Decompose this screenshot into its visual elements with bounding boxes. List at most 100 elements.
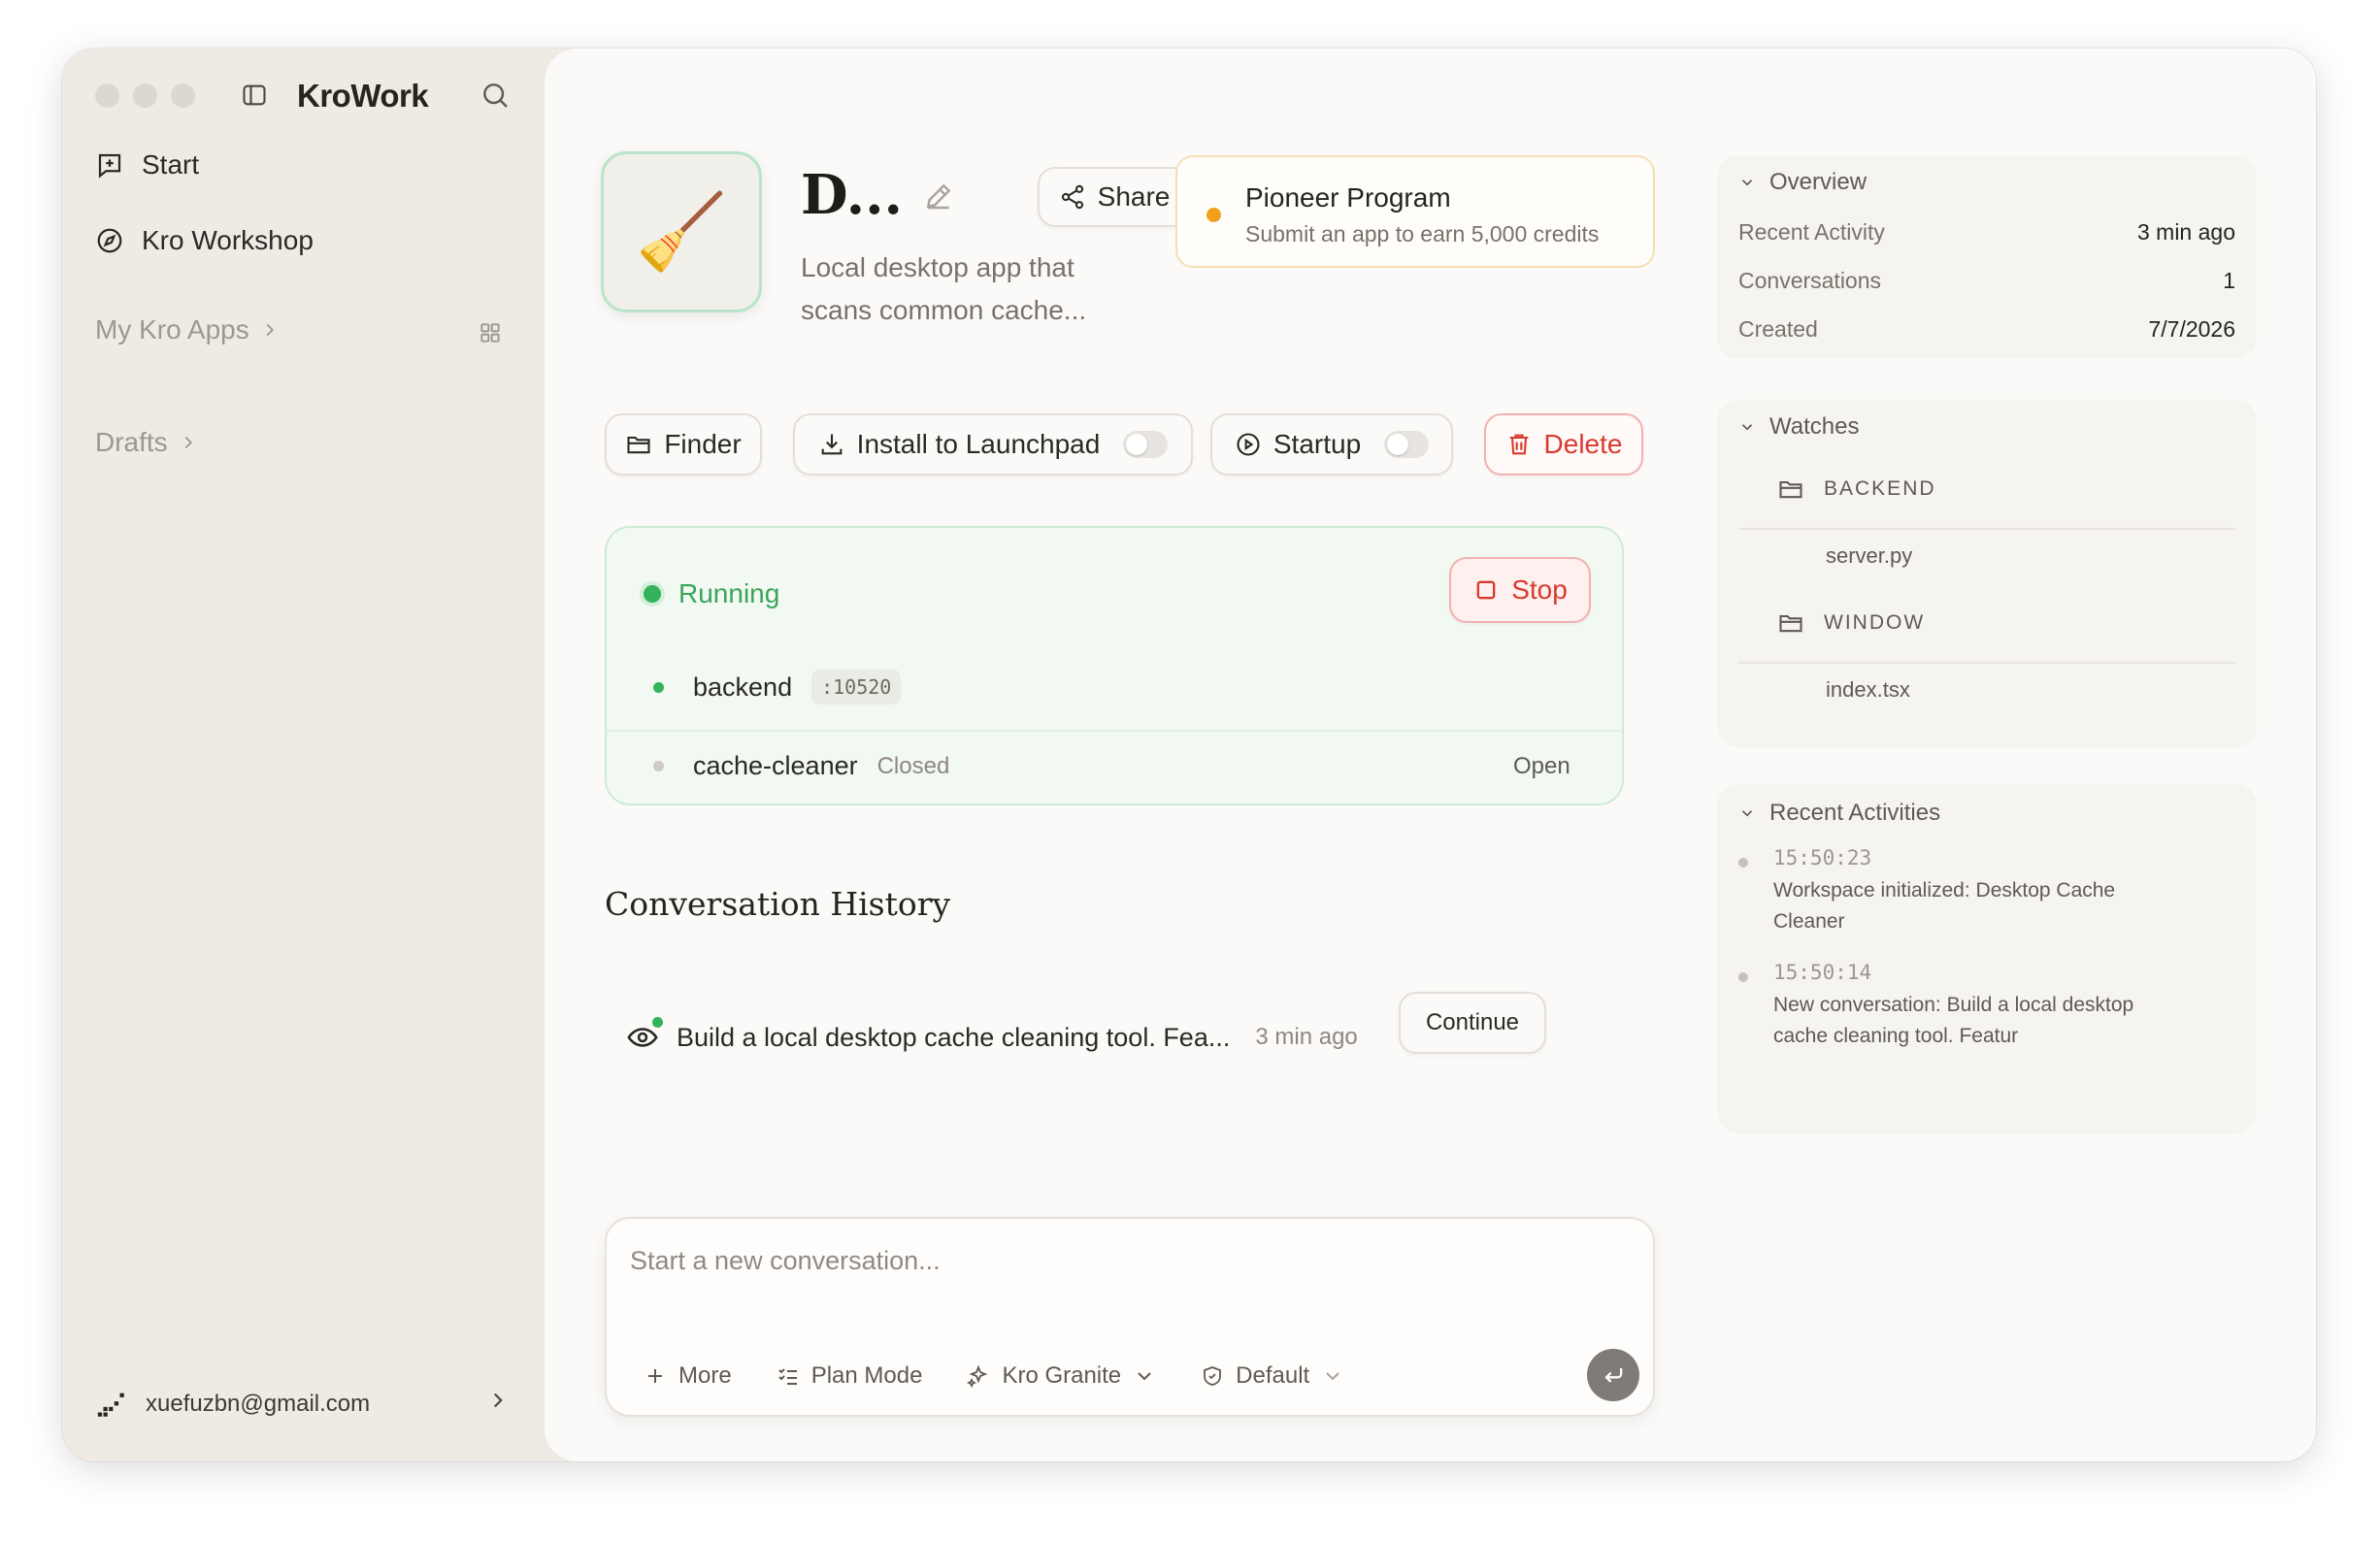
overview-value: 3 min ago <box>2136 219 2235 245</box>
overview-key: Recent Activity <box>1738 219 1885 245</box>
my-kro-apps-label: My Kro Apps <box>95 314 249 344</box>
model-selector[interactable]: Kro Granite <box>967 1362 1156 1390</box>
send-button[interactable] <box>1587 1349 1639 1401</box>
open-service-link[interactable]: Open <box>1513 753 1570 780</box>
share-label: Share <box>1097 181 1171 212</box>
activity-item: 15:50:23 Workspace initialized: Desktop … <box>1773 846 2181 937</box>
startup-button[interactable]: Startup <box>1210 413 1453 475</box>
zoom-window-button[interactable] <box>171 83 195 108</box>
startup-toggle[interactable] <box>1384 431 1430 458</box>
more-button[interactable]: More <box>644 1362 732 1390</box>
chevron-down-icon <box>1326 1372 1339 1381</box>
permission-selector[interactable]: Default <box>1201 1362 1344 1390</box>
conversation-title: Build a local desktop cache cleaning too… <box>677 1022 1231 1052</box>
chevron-down-icon <box>1741 424 1753 431</box>
new-conversation-composer[interactable]: Start a new conversation... More Plan Mo… <box>605 1217 1655 1417</box>
overview-header[interactable]: Overview <box>1738 169 1867 196</box>
service-state: Closed <box>876 752 950 779</box>
model-label: Kro Granite <box>1002 1362 1122 1389</box>
activity-time: 15:50:14 <box>1773 961 1872 984</box>
running-status: Running <box>644 578 779 609</box>
grid-view-icon[interactable] <box>478 320 503 345</box>
user-account[interactable]: xuefuzbn@gmail.com <box>95 1388 370 1421</box>
overview-title: Overview <box>1769 169 1868 195</box>
plus-icon <box>648 1369 662 1383</box>
status-dot <box>1207 208 1221 222</box>
pioneer-program-banner[interactable]: Pioneer Program Submit an app to earn 5,… <box>1175 155 1655 268</box>
share-button[interactable]: Share <box>1038 167 1191 227</box>
brand-title: KroWork <box>297 78 429 114</box>
conversation-item[interactable]: Build a local desktop cache cleaning too… <box>626 1017 1358 1054</box>
service-row-cache-cleaner: cache-cleaner Closed <box>653 751 949 781</box>
stop-button[interactable]: Stop <box>1449 557 1591 623</box>
watches-card: Watches BACKEND server.py WINDOW index.t… <box>1717 400 2257 747</box>
compass-icon <box>97 228 122 253</box>
live-indicator-dot <box>652 1017 663 1028</box>
watch-file[interactable]: server.py <box>1826 543 1912 569</box>
my-kro-apps-group[interactable]: My Kro Apps <box>95 314 281 345</box>
sparkles-icon <box>967 1364 988 1388</box>
drafts-label: Drafts <box>95 427 168 457</box>
more-label: More <box>678 1362 732 1389</box>
watch-folder[interactable]: BACKEND <box>1777 475 1936 503</box>
divider <box>1738 528 2235 530</box>
watch-folder[interactable]: WINDOW <box>1777 609 1925 637</box>
close-window-button[interactable] <box>95 83 119 108</box>
timeline-dot <box>1738 858 1748 868</box>
recent-activities-header[interactable]: Recent Activities <box>1738 800 1940 827</box>
conversation-time: 3 min ago <box>1255 1024 1358 1050</box>
watches-title: Watches <box>1769 413 1860 440</box>
finder-button[interactable]: Finder <box>605 413 762 475</box>
continue-button[interactable]: Continue <box>1399 992 1546 1054</box>
activity-text: Workspace initialized: Desktop Cache Cle… <box>1773 879 2116 933</box>
divider <box>1738 662 2235 664</box>
running-label: Running <box>678 578 780 608</box>
sidebar-item-start[interactable]: Start <box>95 149 199 180</box>
stop-icon <box>1476 580 1496 600</box>
eye-icon <box>626 1017 663 1054</box>
sidebar-toggle-icon[interactable] <box>241 82 268 109</box>
search-icon[interactable] <box>479 80 511 111</box>
composer-input[interactable]: Start a new conversation... <box>630 1246 941 1276</box>
plan-mode-button[interactable]: Plan Mode <box>777 1362 922 1390</box>
app-icon: 🧹 <box>601 151 762 312</box>
running-status-card: Running Stop backend :10520 cache-cleane… <box>605 526 1624 805</box>
main-panel: 🧹 D... Share Local desktop app that scan… <box>545 49 2316 1461</box>
running-dot <box>644 585 661 603</box>
install-label: Install to Launchpad <box>856 429 1101 459</box>
service-status-dot <box>653 681 664 693</box>
activity-text: New conversation: Build a local desktop … <box>1773 994 2134 1047</box>
recent-activities-title: Recent Activities <box>1769 800 1941 826</box>
chevron-right-icon <box>184 436 192 449</box>
folder-icon <box>1779 480 1802 499</box>
download-icon <box>821 434 843 455</box>
install-to-launchpad-button[interactable]: Install to Launchpad <box>793 413 1193 475</box>
pioneer-subtitle: Submit an app to earn 5,000 credits <box>1245 221 1600 246</box>
composer-toolbar: More Plan Mode Kro Granite Default <box>644 1362 1389 1390</box>
sidebar-item-kro-workshop[interactable]: Kro Workshop <box>95 225 314 256</box>
overview-value: 1 <box>2223 268 2235 293</box>
delete-label: Delete <box>1543 429 1623 459</box>
startup-label: Startup <box>1273 429 1362 459</box>
pencil-icon[interactable] <box>923 180 954 212</box>
sidebar: KroWork Start Kro Workshop My Kro Apps D… <box>62 49 545 1461</box>
permission-label: Default <box>1236 1362 1310 1389</box>
chevron-down-icon <box>1741 810 1753 817</box>
sidebar-item-label: Start <box>142 149 200 180</box>
install-toggle[interactable] <box>1123 431 1169 458</box>
trash-icon <box>1509 434 1528 455</box>
continue-label: Continue <box>1425 1009 1520 1035</box>
service-port: :10520 <box>811 670 902 705</box>
app-title: D... <box>801 163 904 227</box>
drafts-group[interactable]: Drafts <box>95 427 199 458</box>
minimize-window-button[interactable] <box>133 83 157 108</box>
service-name: cache-cleaner <box>693 751 858 780</box>
user-email: xuefuzbn@gmail.com <box>146 1391 371 1417</box>
watches-header[interactable]: Watches <box>1738 413 1859 441</box>
chevron-right-icon[interactable] <box>485 1388 511 1413</box>
watch-file[interactable]: index.tsx <box>1826 677 1910 703</box>
sidebar-item-label: Kro Workshop <box>142 225 314 255</box>
new-chat-icon <box>98 153 121 179</box>
delete-button[interactable]: Delete <box>1484 413 1643 475</box>
shield-icon <box>1204 1366 1222 1386</box>
